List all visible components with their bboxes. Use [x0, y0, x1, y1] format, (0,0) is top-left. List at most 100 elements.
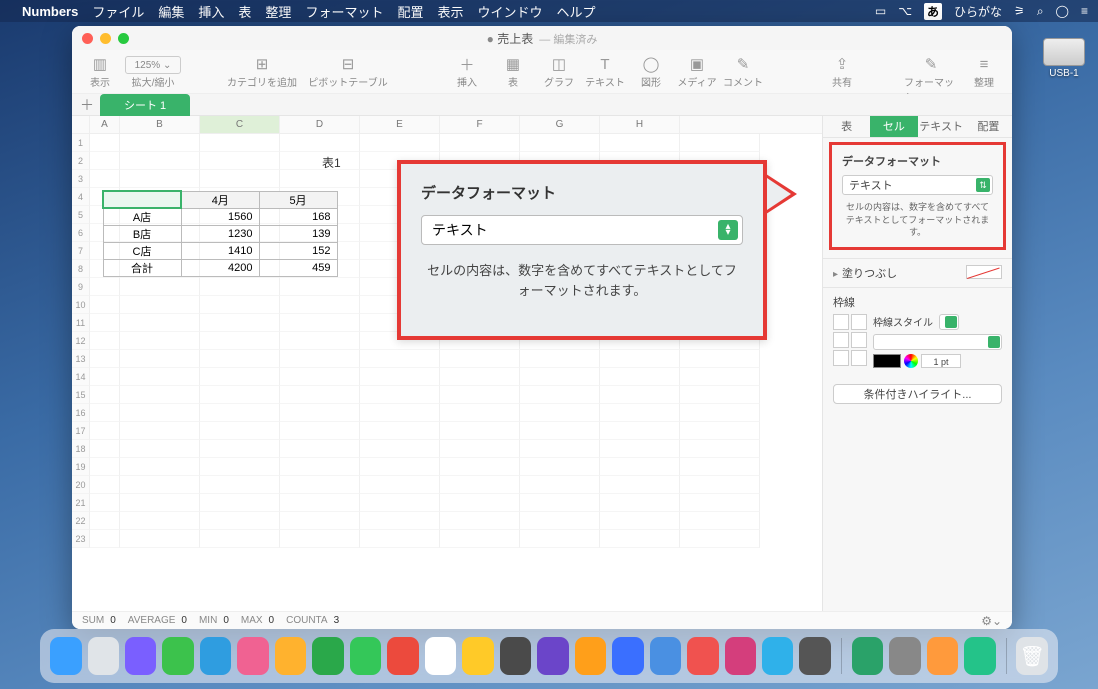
- col-H[interactable]: H: [600, 116, 680, 133]
- row-header[interactable]: 2: [72, 152, 90, 170]
- text-button[interactable]: Tテキスト: [585, 54, 625, 89]
- row-header[interactable]: 23: [72, 530, 90, 548]
- callout-select[interactable]: テキスト ▴▾: [421, 215, 743, 245]
- table-row[interactable]: C店1410152: [103, 243, 337, 260]
- dock-app-13[interactable]: [537, 637, 568, 675]
- row-header[interactable]: 17: [72, 422, 90, 440]
- menu-window[interactable]: ウインドウ: [477, 2, 542, 21]
- dock-app-20[interactable]: [799, 637, 830, 675]
- search-icon[interactable]: ⌕: [1037, 4, 1044, 19]
- col-header-4gatsu[interactable]: 4月: [181, 191, 259, 208]
- row-header[interactable]: 13: [72, 350, 90, 368]
- zoom-control[interactable]: 125% ⌄拡大/縮小: [126, 54, 180, 89]
- control-center-icon[interactable]: ⌥: [898, 4, 912, 18]
- row-header[interactable]: 6: [72, 224, 90, 242]
- pivot-button[interactable]: ⊟ピボットテーブル: [308, 54, 388, 89]
- dock-app-22[interactable]: [889, 637, 920, 675]
- col-header-5gatsu[interactable]: 5月: [259, 191, 337, 208]
- row-header[interactable]: 7: [72, 242, 90, 260]
- border-line-select[interactable]: [873, 334, 1002, 350]
- menu-table[interactable]: 表: [238, 2, 251, 21]
- col-A[interactable]: A: [90, 116, 120, 133]
- ime-badge[interactable]: あ: [924, 3, 942, 20]
- menu-organize[interactable]: 整理: [265, 2, 291, 21]
- inspector-tab-arrange[interactable]: 配置: [965, 116, 1012, 137]
- fill-section[interactable]: ▸塗りつぶし: [823, 258, 1012, 287]
- menu-format[interactable]: フォーマット: [305, 2, 383, 21]
- color-wheel-icon[interactable]: [904, 354, 918, 368]
- add-sheet-button[interactable]: ＋: [78, 95, 96, 115]
- inspector-tab-table[interactable]: 表: [823, 116, 870, 137]
- comment-button[interactable]: ✎コメント: [723, 54, 763, 89]
- wifi-icon[interactable]: ⚞: [1014, 4, 1025, 18]
- view-button[interactable]: ▥表示: [80, 54, 120, 89]
- user-icon[interactable]: ◯: [1056, 4, 1069, 18]
- dock-app-5[interactable]: [237, 637, 268, 675]
- fill-swatch[interactable]: [966, 265, 1002, 279]
- dock-app-11[interactable]: [462, 637, 493, 675]
- menu-view[interactable]: 表示: [437, 2, 463, 21]
- menu-arrange[interactable]: 配置: [397, 2, 423, 21]
- row-header[interactable]: 3: [72, 170, 90, 188]
- row-header[interactable]: 18: [72, 440, 90, 458]
- table-title[interactable]: 表1: [322, 154, 341, 171]
- border-style-select[interactable]: [939, 314, 959, 330]
- row-header[interactable]: 8: [72, 260, 90, 278]
- dock-app-2[interactable]: [125, 637, 156, 675]
- dock-app-17[interactable]: [687, 637, 718, 675]
- dock-app-16[interactable]: [650, 637, 681, 675]
- dock-trash[interactable]: 🗑: [1016, 637, 1047, 675]
- row-header[interactable]: 10: [72, 296, 90, 314]
- border-width[interactable]: 1 pt: [921, 354, 961, 368]
- row-header[interactable]: 1: [72, 134, 90, 152]
- dock-app-7[interactable]: [312, 637, 343, 675]
- inspector-tab-cell[interactable]: セル: [870, 116, 917, 137]
- desktop-drive[interactable]: USB-1: [1038, 38, 1090, 79]
- data-format-select[interactable]: テキスト ⇅: [842, 175, 993, 195]
- dock-app-4[interactable]: [200, 637, 231, 675]
- col-F[interactable]: F: [440, 116, 520, 133]
- dock-app-10[interactable]: [425, 637, 456, 675]
- ime-label[interactable]: ひらがな: [954, 3, 1002, 20]
- conditional-highlight-button[interactable]: 条件付きハイライト...: [833, 384, 1002, 404]
- dock-app-12[interactable]: [500, 637, 531, 675]
- table-row[interactable]: 合計4200459: [103, 260, 337, 277]
- battery-icon[interactable]: ▭: [875, 4, 886, 18]
- dock-app-0[interactable]: [50, 637, 81, 675]
- dock-app-23[interactable]: [927, 637, 958, 675]
- border-color[interactable]: [873, 354, 901, 368]
- col-E[interactable]: E: [360, 116, 440, 133]
- inspector-tab-text[interactable]: テキスト: [918, 116, 965, 137]
- row-header[interactable]: 11: [72, 314, 90, 332]
- dock-app-15[interactable]: [612, 637, 643, 675]
- share-button[interactable]: ⇪共有: [822, 54, 862, 89]
- table-row[interactable]: B店1230139: [103, 226, 337, 243]
- dock-app-21[interactable]: [852, 637, 883, 675]
- insert-button[interactable]: ＋挿入: [447, 54, 487, 89]
- col-G[interactable]: G: [520, 116, 600, 133]
- dock-app-6[interactable]: [275, 637, 306, 675]
- menu-file[interactable]: ファイル: [92, 2, 144, 21]
- shape-button[interactable]: ◯図形: [631, 54, 671, 89]
- table-row[interactable]: A店1560168: [103, 208, 337, 226]
- dock-app-24[interactable]: [964, 637, 995, 675]
- menu-edit[interactable]: 編集: [158, 2, 184, 21]
- row-header[interactable]: 12: [72, 332, 90, 350]
- row-header[interactable]: 19: [72, 458, 90, 476]
- col-B[interactable]: B: [120, 116, 200, 133]
- dock-app-1[interactable]: [88, 637, 119, 675]
- row-header[interactable]: 9: [72, 278, 90, 296]
- row-header[interactable]: 15: [72, 386, 90, 404]
- row-header[interactable]: 4: [72, 188, 90, 206]
- add-category-button[interactable]: ⊞カテゴリを追加: [222, 54, 302, 89]
- sheet-tab-1[interactable]: シート 1: [100, 94, 190, 116]
- dock-app-9[interactable]: [387, 637, 418, 675]
- row-header[interactable]: 22: [72, 512, 90, 530]
- row-header[interactable]: 20: [72, 476, 90, 494]
- media-button[interactable]: ▣メディア: [677, 54, 717, 89]
- row-header[interactable]: 14: [72, 368, 90, 386]
- dock-app-8[interactable]: [350, 637, 381, 675]
- gear-icon[interactable]: ⚙︎⌄: [981, 614, 1002, 628]
- border-preset-grid[interactable]: [833, 314, 867, 368]
- col-D[interactable]: D: [280, 116, 360, 133]
